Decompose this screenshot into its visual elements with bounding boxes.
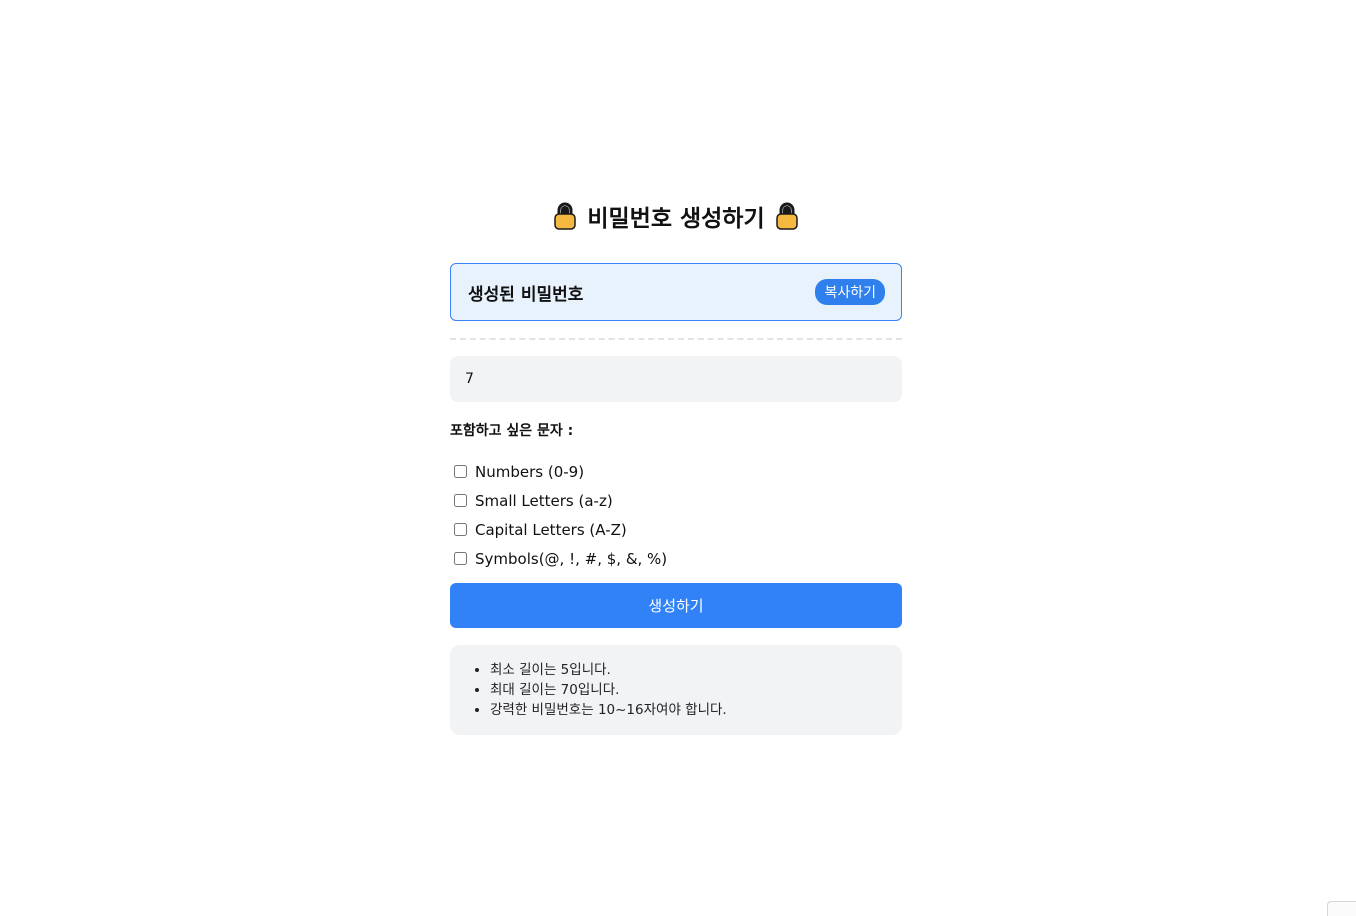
lock-icon [553,202,577,230]
options-heading: 포함하고 싶은 문자 : [450,423,574,439]
option-small-letters[interactable]: Small Letters (a-z) [450,486,902,515]
lock-icon [775,202,799,230]
page-title: 비밀번호 생성하기 [587,206,765,232]
info-list: 최소 길이는 5입니다. 최대 길이는 70입니다. 강력한 비밀번호는 10~… [470,660,882,720]
length-input[interactable] [450,356,902,402]
numbers-checkbox[interactable] [454,465,467,478]
option-label: Numbers (0-9) [475,462,585,481]
option-label: Capital Letters (A-Z) [475,520,627,539]
option-label: Symbols(@, !, #, $, &, %) [475,549,668,568]
options-list: Numbers (0-9) Small Letters (a-z) Capita… [450,457,902,573]
capital-letters-checkbox[interactable] [454,523,467,536]
list-item: 강력한 비밀번호는 10~16자여야 합니다. [490,700,882,720]
copy-button[interactable]: 복사하기 [815,279,885,305]
generated-password-label: 생성된 비밀번호 [468,284,584,305]
generate-button[interactable]: 생성하기 [450,583,902,628]
small-letters-checkbox[interactable] [454,494,467,507]
password-generator: 비밀번호 생성하기 생성된 비밀번호 복사하기 포함하고 싶은 문자 : Num… [450,196,902,735]
title-row: 비밀번호 생성하기 [450,196,902,236]
option-capital-letters[interactable]: Capital Letters (A-Z) [450,515,902,544]
symbols-checkbox[interactable] [454,552,467,565]
list-item: 최소 길이는 5입니다. [490,660,882,680]
dashed-divider [450,338,902,340]
option-symbols[interactable]: Symbols(@, !, #, $, &, %) [450,544,902,573]
option-label: Small Letters (a-z) [475,491,613,510]
option-numbers[interactable]: Numbers (0-9) [450,457,902,486]
corner-widget [1327,901,1356,916]
info-box: 최소 길이는 5입니다. 최대 길이는 70입니다. 강력한 비밀번호는 10~… [450,645,902,735]
generated-password-box: 생성된 비밀번호 복사하기 [450,263,902,321]
list-item: 최대 길이는 70입니다. [490,680,882,700]
